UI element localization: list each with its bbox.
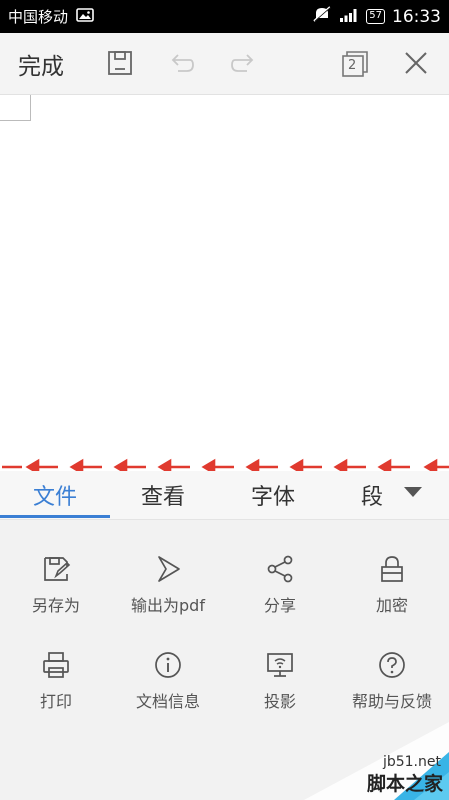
- printer-icon: [43, 652, 69, 678]
- undo-icon[interactable]: [166, 46, 198, 80]
- active-tab-indicator: [0, 515, 110, 518]
- tab-font[interactable]: 字体: [218, 471, 328, 519]
- share-label: 分享: [263, 596, 296, 615]
- tab-view[interactable]: 查看: [110, 471, 216, 519]
- redo-icon[interactable]: [227, 46, 259, 80]
- status-bar: 中国移动 57 16:33: [0, 0, 449, 33]
- export-pdf-button[interactable]: 输出为pdf: [112, 554, 224, 634]
- projection-label: 投影: [263, 692, 296, 711]
- battery-icon: 57: [366, 9, 385, 24]
- projection-icon: [267, 653, 293, 677]
- share-button[interactable]: 分享: [224, 554, 336, 634]
- help-feedback-label: 帮助与反馈: [351, 692, 432, 711]
- editor-toolbar: 完成: [0, 33, 449, 95]
- save-as-label: 另存为: [31, 596, 80, 615]
- window-switch-icon[interactable]: 2: [338, 46, 370, 80]
- page-corner-mark: [0, 95, 31, 121]
- tab-file[interactable]: 文件: [0, 471, 110, 519]
- done-button[interactable]: 完成: [18, 47, 64, 81]
- save-icon[interactable]: [104, 46, 136, 80]
- signal-icon: [339, 7, 359, 27]
- help-icon: [379, 652, 405, 678]
- print-button[interactable]: 打印: [0, 650, 112, 730]
- doc-info-button[interactable]: 文档信息: [112, 650, 224, 730]
- window-count: 2: [348, 58, 357, 73]
- encrypt-label: 加密: [375, 596, 408, 615]
- info-icon: [155, 652, 181, 678]
- image-notification-icon: [76, 7, 94, 26]
- encrypt-button[interactable]: 加密: [336, 554, 448, 634]
- projection-button[interactable]: 投影: [224, 650, 336, 730]
- doc-info-label: 文档信息: [135, 692, 200, 711]
- save-as-icon: [44, 557, 71, 581]
- close-icon[interactable]: [400, 46, 432, 80]
- save-as-button[interactable]: 另存为: [0, 554, 112, 634]
- carrier-label: 中国移动: [8, 8, 69, 26]
- export-pdf-label: 输出为pdf: [131, 596, 205, 615]
- site-watermark: jb51.net 脚本之家: [304, 722, 449, 800]
- watermark-name: 脚本之家: [366, 773, 443, 795]
- clock: 16:33: [392, 6, 441, 27]
- help-feedback-button[interactable]: 帮助与反馈: [336, 650, 448, 730]
- export-pdf-icon: [158, 556, 180, 582]
- silent-mode-icon: [312, 6, 332, 27]
- tab-paragraph[interactable]: 段: [342, 471, 402, 519]
- print-label: 打印: [39, 692, 72, 711]
- document-canvas[interactable]: [0, 95, 449, 460]
- tab-bar: 文件 查看 字体 段: [0, 471, 449, 520]
- lock-icon: [381, 556, 403, 582]
- tab-dropdown-icon[interactable]: [400, 480, 428, 502]
- share-icon: [267, 555, 293, 583]
- watermark-site: jb51.net: [382, 754, 441, 770]
